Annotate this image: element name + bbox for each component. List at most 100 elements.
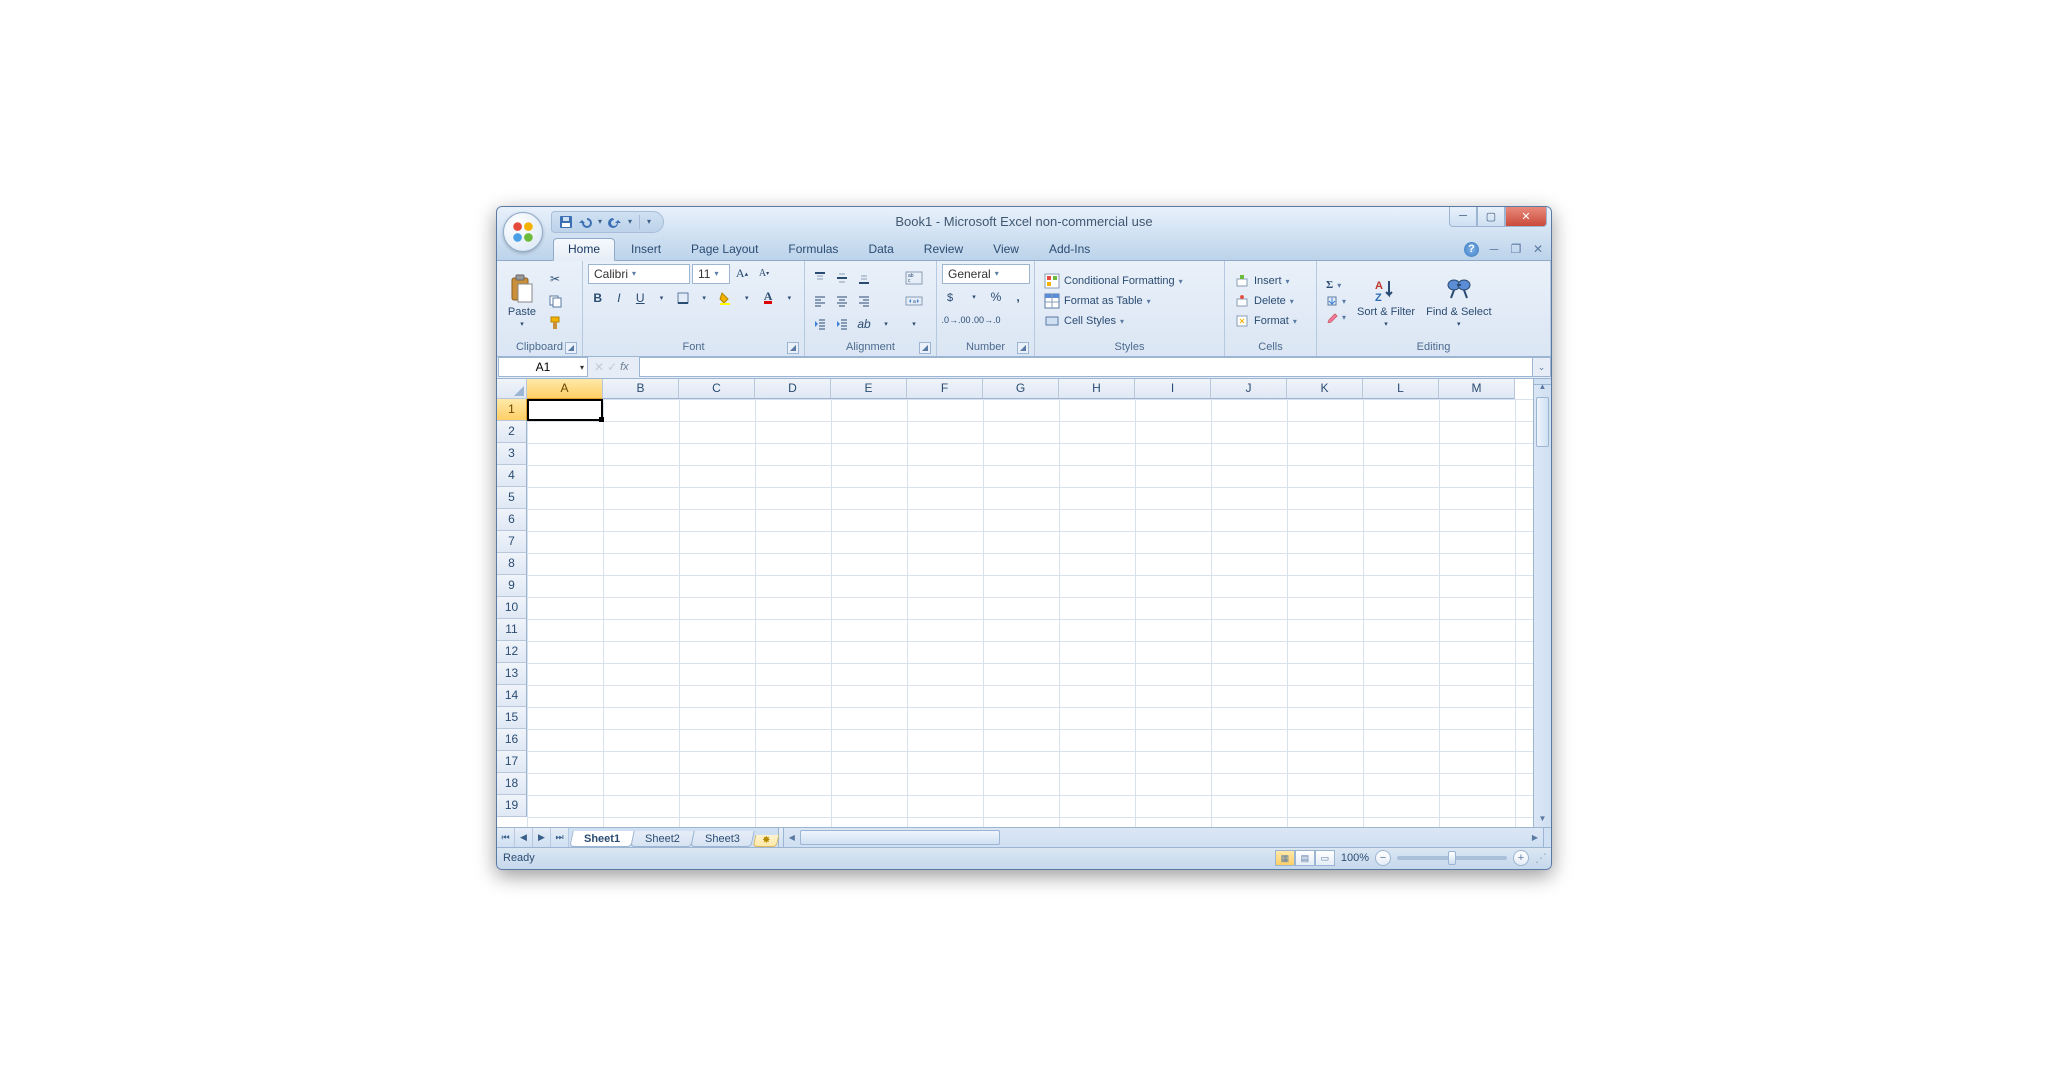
italic-button[interactable]: I <box>609 288 628 308</box>
tab-home[interactable]: Home <box>553 238 615 261</box>
font-size-combo[interactable]: 11▾ <box>692 264 730 284</box>
increase-decimal-button[interactable]: .0→.00 <box>942 310 970 330</box>
expand-formula-bar-button[interactable]: ⌄ <box>1533 357 1551 377</box>
orientation-dropdown[interactable]: ▾ <box>876 314 896 334</box>
tab-view[interactable]: View <box>979 239 1033 260</box>
redo-icon[interactable] <box>607 214 623 230</box>
row-header[interactable]: 7 <box>497 531 527 553</box>
horizontal-split-handle[interactable] <box>1543 828 1551 847</box>
page-layout-view-button[interactable]: ▤ <box>1295 850 1315 866</box>
minimize-button[interactable]: ─ <box>1449 207 1477 227</box>
zoom-level[interactable]: 100% <box>1341 852 1369 864</box>
fill-button[interactable]: ▾ <box>1322 294 1350 308</box>
redo-dropdown[interactable]: ▾ <box>626 217 634 226</box>
active-cell[interactable] <box>527 399 603 421</box>
row-header[interactable]: 6 <box>497 509 527 531</box>
select-all-corner[interactable] <box>497 379 527 399</box>
align-top-button[interactable] <box>810 268 830 288</box>
new-sheet-button[interactable]: ✸ <box>753 835 780 847</box>
last-sheet-button[interactable]: ⏭ <box>551 828 569 847</box>
merge-center-button[interactable]: a <box>901 291 927 311</box>
office-button[interactable] <box>503 212 543 252</box>
vertical-scrollbar[interactable]: ▲ ▼ <box>1533 379 1551 827</box>
fill-color-button[interactable] <box>716 288 735 308</box>
row-header[interactable]: 8 <box>497 553 527 575</box>
column-header[interactable]: J <box>1211 379 1287 399</box>
border-button[interactable] <box>673 288 692 308</box>
row-header[interactable]: 2 <box>497 421 527 443</box>
row-header[interactable]: 4 <box>497 465 527 487</box>
format-as-table-button[interactable]: Format as Table▾ <box>1040 292 1187 310</box>
vertical-scroll-thumb[interactable] <box>1536 397 1549 447</box>
scroll-up-icon[interactable]: ▲ <box>1534 379 1551 395</box>
tab-data[interactable]: Data <box>854 239 907 260</box>
column-header[interactable]: G <box>983 379 1059 399</box>
column-header[interactable]: L <box>1363 379 1439 399</box>
number-format-combo[interactable]: General▾ <box>942 264 1030 284</box>
sheet-tab[interactable]: Sheet2 <box>630 831 694 847</box>
align-center-button[interactable] <box>832 291 852 311</box>
sort-filter-button[interactable]: AZ Sort & Filter▾ <box>1353 264 1419 339</box>
font-color-dropdown[interactable]: ▾ <box>780 288 799 308</box>
name-box[interactable]: A1 ▾ <box>498 357 588 377</box>
align-bottom-button[interactable] <box>854 268 874 288</box>
column-header[interactable]: K <box>1287 379 1363 399</box>
row-header[interactable]: 17 <box>497 751 527 773</box>
column-header[interactable]: H <box>1059 379 1135 399</box>
zoom-in-button[interactable]: + <box>1513 850 1529 866</box>
clipboard-dialog-launcher[interactable]: ◢ <box>565 342 577 354</box>
column-header[interactable]: A <box>527 379 603 399</box>
font-name-combo[interactable]: Calibri▾ <box>588 264 690 284</box>
scroll-left-icon[interactable]: ◀ <box>784 828 800 847</box>
font-dialog-launcher[interactable]: ◢ <box>787 342 799 354</box>
row-header[interactable]: 18 <box>497 773 527 795</box>
accounting-dropdown[interactable]: ▾ <box>964 287 984 307</box>
row-header[interactable]: 14 <box>497 685 527 707</box>
align-left-button[interactable] <box>810 291 830 311</box>
row-header[interactable]: 10 <box>497 597 527 619</box>
font-color-button[interactable]: A <box>758 288 777 308</box>
qat-customize-dropdown[interactable]: ▾ <box>645 217 653 226</box>
number-dialog-launcher[interactable]: ◢ <box>1017 342 1029 354</box>
close-button[interactable]: ✕ <box>1505 207 1547 227</box>
format-cells-button[interactable]: Format▾ <box>1230 312 1301 330</box>
row-header[interactable]: 11 <box>497 619 527 641</box>
tab-page-layout[interactable]: Page Layout <box>677 239 772 260</box>
paste-button[interactable]: Paste ▾ <box>502 264 542 339</box>
wrap-text-button[interactable]: abc <box>901 268 927 288</box>
column-header[interactable]: C <box>679 379 755 399</box>
underline-button[interactable]: U <box>631 288 650 308</box>
alignment-dialog-launcher[interactable]: ◢ <box>919 342 931 354</box>
autosum-button[interactable]: Σ▾ <box>1322 278 1350 292</box>
comma-button[interactable]: , <box>1008 287 1028 307</box>
cells-area[interactable] <box>527 399 1533 827</box>
shrink-font-button[interactable]: A▾ <box>754 264 774 284</box>
cut-button[interactable]: ✂ <box>545 269 565 289</box>
decrease-indent-button[interactable] <box>810 314 830 334</box>
conditional-formatting-button[interactable]: Conditional Formatting▾ <box>1040 272 1187 290</box>
row-header[interactable]: 13 <box>497 663 527 685</box>
undo-icon[interactable] <box>577 214 593 230</box>
zoom-out-button[interactable]: − <box>1375 850 1391 866</box>
format-painter-button[interactable] <box>545 313 565 333</box>
percent-button[interactable]: % <box>986 287 1006 307</box>
column-header[interactable]: F <box>907 379 983 399</box>
insert-cells-button[interactable]: Insert▾ <box>1230 272 1301 290</box>
row-header[interactable]: 16 <box>497 729 527 751</box>
tab-insert[interactable]: Insert <box>617 239 675 260</box>
orientation-button[interactable]: ab <box>854 314 874 334</box>
workbook-minimize-icon[interactable]: ─ <box>1487 242 1501 256</box>
copy-button[interactable] <box>545 291 565 311</box>
border-dropdown[interactable]: ▾ <box>694 288 713 308</box>
row-header[interactable]: 19 <box>497 795 527 817</box>
zoom-slider-handle[interactable] <box>1448 851 1456 865</box>
row-header[interactable]: 5 <box>497 487 527 509</box>
delete-cells-button[interactable]: Delete▾ <box>1230 292 1301 310</box>
increase-indent-button[interactable] <box>832 314 852 334</box>
column-header[interactable]: I <box>1135 379 1211 399</box>
grow-font-button[interactable]: A▴ <box>732 264 752 284</box>
help-icon[interactable]: ? <box>1464 242 1479 257</box>
save-icon[interactable] <box>558 214 574 230</box>
row-header[interactable]: 1 <box>497 399 527 421</box>
formula-input[interactable] <box>639 357 1533 377</box>
